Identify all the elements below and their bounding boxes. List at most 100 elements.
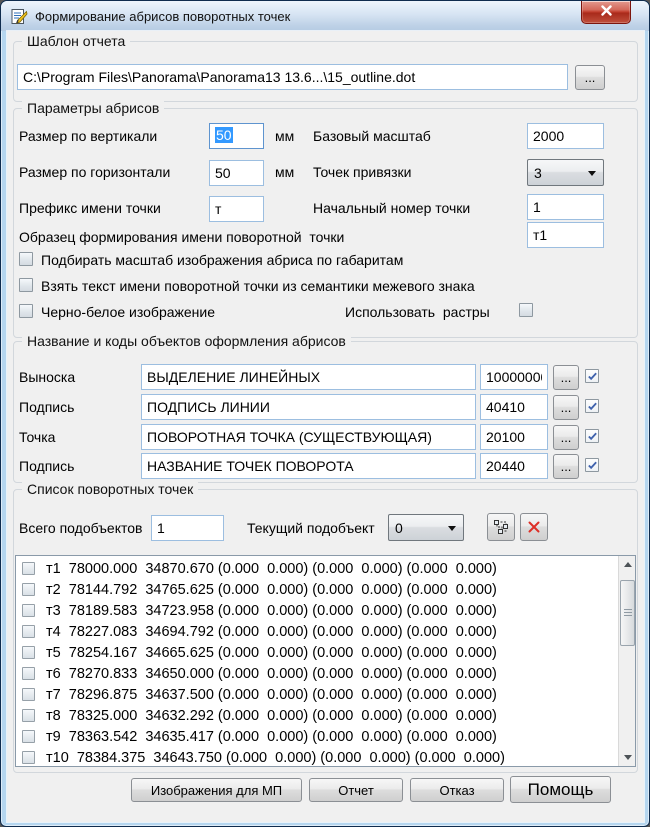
list-item[interactable]: т7 78296.875 34637.500 (0.000 0.000) (0.… <box>16 684 618 705</box>
close-icon <box>600 3 613 21</box>
point-checkbox[interactable] <box>22 667 35 680</box>
point-checkbox[interactable] <box>22 583 35 596</box>
check-icon <box>587 402 597 410</box>
template-browse-button[interactable]: ... <box>575 65 605 90</box>
name-from-semantics-label: Взять текст имени поворотной точки из се… <box>41 278 475 294</box>
fit-scale-checkbox[interactable] <box>19 252 33 266</box>
title-bar[interactable]: Формирование абрисов поворотных точек <box>1 1 649 31</box>
point-text: т8 78325.000 34632.292 (0.000 0.000) (0.… <box>46 707 497 724</box>
scroll-up-button[interactable] <box>619 556 635 573</box>
object-code-input[interactable] <box>480 424 548 450</box>
list-item[interactable]: т1 78000.000 34870.670 (0.000 0.000) (0.… <box>16 558 618 579</box>
object-row-label: Подпись <box>19 458 75 474</box>
point-checkbox[interactable] <box>22 730 35 743</box>
point-checkbox[interactable] <box>22 688 35 701</box>
list-item[interactable]: т6 78270.833 34650.000 (0.000 0.000) (0.… <box>16 663 618 684</box>
horizontal-size-input[interactable] <box>209 160 264 186</box>
point-text: т5 78254.167 34665.625 (0.000 0.000) (0.… <box>46 644 497 661</box>
start-number-input[interactable] <box>527 194 604 220</box>
cancel-button[interactable]: Отказ <box>410 778 504 802</box>
vertical-size-label: Размер по вертикали <box>19 128 158 144</box>
list-item[interactable]: т10 78384.375 34643.750 (0.000 0.000) (0… <box>16 747 618 766</box>
object-row-label: Подпись <box>19 399 75 415</box>
anchor-points-select[interactable]: 3 <box>527 159 604 186</box>
scrollbar-grip-icon <box>623 609 632 617</box>
current-subobject-select[interactable]: 0 <box>388 514 464 541</box>
point-checkbox[interactable] <box>22 646 35 659</box>
points-group-title: Список поворотных точек <box>22 481 199 497</box>
list-item[interactable]: т3 78189.583 34723.958 (0.000 0.000) (0.… <box>16 600 618 621</box>
object-browse-button[interactable]: ... <box>553 425 579 450</box>
list-item[interactable]: т8 78325.000 34632.292 (0.000 0.000) (0.… <box>16 705 618 726</box>
use-rasters-checkbox[interactable] <box>519 303 533 317</box>
template-path-input[interactable] <box>17 64 568 90</box>
horizontal-size-unit: мм <box>275 164 295 180</box>
object-code-input[interactable] <box>480 453 548 479</box>
object-enabled-checkbox[interactable] <box>585 429 599 443</box>
object-enabled-checkbox[interactable] <box>585 369 599 383</box>
point-text: т10 78384.375 34643.750 (0.000 0.000) (0… <box>46 749 505 766</box>
point-checkbox[interactable] <box>22 625 35 638</box>
list-item[interactable]: т2 78144.792 34765.625 (0.000 0.000) (0.… <box>16 579 618 600</box>
list-item[interactable]: т5 78254.167 34665.625 (0.000 0.000) (0.… <box>16 642 618 663</box>
object-browse-button[interactable]: ... <box>553 395 579 420</box>
point-checkbox[interactable] <box>22 562 35 575</box>
object-browse-button[interactable]: ... <box>553 454 579 479</box>
delete-subobject-button[interactable] <box>520 513 548 541</box>
params-group-title: Параметры абрисов <box>22 100 165 116</box>
point-checkbox[interactable] <box>22 751 35 764</box>
images-for-mp-button[interactable]: Изображения для МП <box>131 778 302 802</box>
object-enabled-checkbox[interactable] <box>585 399 599 413</box>
list-item[interactable]: т9 78363.542 34635.417 (0.000 0.000) (0.… <box>16 726 618 747</box>
scroll-down-icon <box>623 755 632 760</box>
point-text: т1 78000.000 34870.670 (0.000 0.000) (0.… <box>46 560 497 577</box>
scroll-down-button[interactable] <box>619 749 635 766</box>
point-text: т7 78296.875 34637.500 (0.000 0.000) (0.… <box>46 686 497 703</box>
chevron-down-icon <box>588 170 596 176</box>
current-subobject-label: Текущий подобъект <box>247 520 375 536</box>
chevron-down-icon <box>448 525 456 531</box>
start-number-label: Начальный номер точки <box>313 200 471 216</box>
point-checkbox[interactable] <box>22 604 35 617</box>
red-x-icon <box>528 521 540 533</box>
use-rasters-label: Использовать растры <box>345 304 490 320</box>
points-listbox[interactable]: т1 78000.000 34870.670 (0.000 0.000) (0.… <box>15 555 636 767</box>
scrollbar-thumb[interactable] <box>620 580 635 646</box>
list-item[interactable]: т4 78227.083 34694.792 (0.000 0.000) (0.… <box>16 621 618 642</box>
check-icon <box>587 432 597 440</box>
object-name-input[interactable] <box>141 394 476 420</box>
total-subobjects-label: Всего подобъектов <box>19 520 143 536</box>
object-code-input[interactable] <box>480 394 548 420</box>
sample-name-input[interactable] <box>527 222 604 248</box>
vertical-size-input[interactable]: 50 <box>209 123 264 149</box>
current-subobject-value: 0 <box>395 519 403 536</box>
object-browse-button[interactable]: ... <box>553 365 579 390</box>
help-button[interactable]: Помощь <box>510 776 611 803</box>
select-subobject-button[interactable] <box>487 513 515 541</box>
black-white-label: Черно-белое изображение <box>41 304 216 320</box>
report-button[interactable]: Отчет <box>309 778 403 802</box>
object-name-input[interactable] <box>141 424 476 450</box>
prefix-input[interactable] <box>209 196 264 222</box>
close-button[interactable] <box>581 1 631 24</box>
base-scale-input[interactable] <box>527 123 604 149</box>
dialog-client-area: Шаблон отчета ... Параметры абрисов Разм… <box>7 31 644 822</box>
vertical-size-unit: мм <box>275 128 295 144</box>
points-list: т1 78000.000 34870.670 (0.000 0.000) (0.… <box>16 558 618 766</box>
vertical-scrollbar[interactable] <box>618 556 635 766</box>
point-checkbox[interactable] <box>22 709 35 722</box>
point-text: т2 78144.792 34765.625 (0.000 0.000) (0.… <box>46 581 497 598</box>
check-icon <box>587 372 597 380</box>
horizontal-size-label: Размер по горизонтали <box>19 164 171 180</box>
prefix-label: Префикс имени точки <box>19 200 161 216</box>
black-white-checkbox[interactable] <box>19 304 33 318</box>
base-scale-label: Базовый масштаб <box>313 128 431 144</box>
object-name-input[interactable] <box>141 453 476 479</box>
object-name-input[interactable] <box>141 364 476 390</box>
object-enabled-checkbox[interactable] <box>585 458 599 472</box>
total-subobjects-input[interactable] <box>151 515 224 541</box>
name-from-semantics-checkbox[interactable] <box>19 278 33 292</box>
point-text: т4 78227.083 34694.792 (0.000 0.000) (0.… <box>46 623 497 640</box>
objects-group-title: Название и коды объектов оформления абри… <box>22 333 351 349</box>
object-code-input[interactable] <box>480 364 548 390</box>
